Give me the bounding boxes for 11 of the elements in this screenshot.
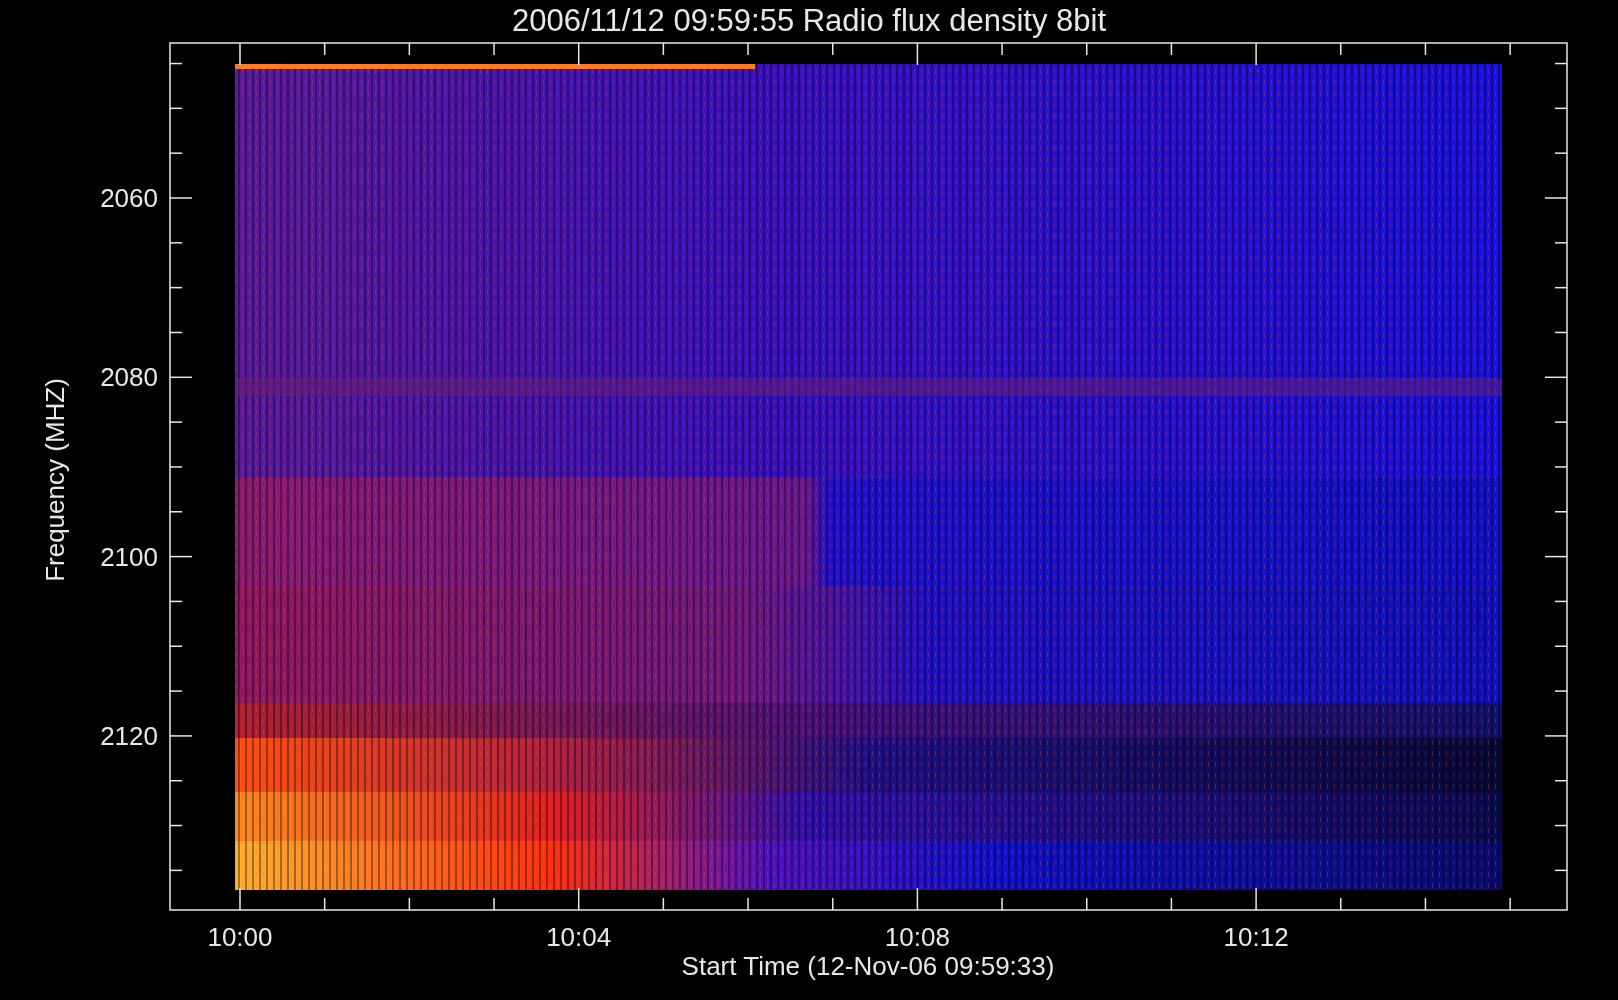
x-tick-label: 10:08 bbox=[884, 922, 950, 952]
y-tick-label: 2100 bbox=[100, 541, 158, 572]
x-tick-label: 10:00 bbox=[207, 922, 273, 952]
y-axis-label: Frequency (MHZ) bbox=[40, 378, 70, 582]
y-tick-label: 2120 bbox=[100, 720, 158, 751]
y-tick-label: 2080 bbox=[100, 362, 158, 393]
x-axis-label: Start Time (12-Nov-06 09:59:33) bbox=[681, 951, 1055, 981]
y-tick-label: 2060 bbox=[100, 183, 158, 213]
chart-title: 2006/11/12 09:59:55 Radio flux density 8bit bbox=[512, 3, 1106, 38]
x-tick-label: 10:12 bbox=[1223, 922, 1289, 952]
x-tick-label: 10:04 bbox=[546, 922, 612, 952]
